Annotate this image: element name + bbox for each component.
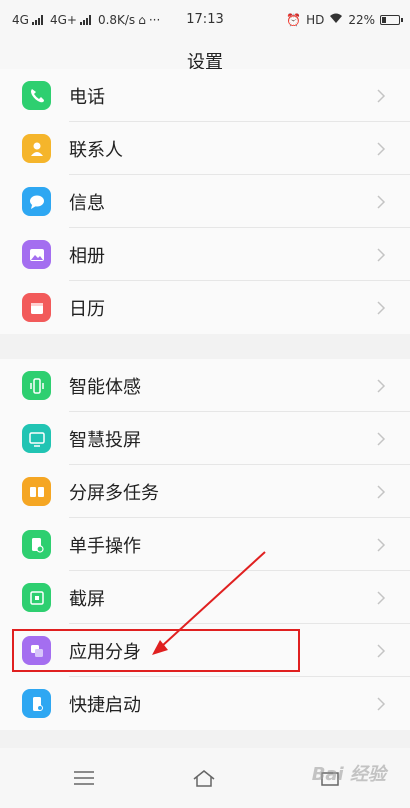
settings-item-label: 智能体感 [69,376,141,398]
contact-icon [22,134,51,163]
wifi-icon [329,12,343,27]
menu-icon[interactable] [72,766,96,790]
chevron-right-icon [377,696,386,711]
chevron-right-icon [377,431,386,446]
settings-item[interactable]: 相册 [0,228,410,281]
home-nav-icon[interactable] [192,766,216,790]
hd-badge: HD [306,12,325,27]
calendar-icon [22,293,51,322]
message-icon [22,187,51,216]
quick-launch-icon [22,689,51,718]
alarm-icon: ⏰ [286,12,302,27]
settings-item-label: 单手操作 [69,535,141,557]
settings-item[interactable]: 智慧投屏 [0,412,410,465]
settings-item-label: 日历 [69,298,105,320]
screenshot-icon [22,583,51,612]
chevron-right-icon [377,300,386,315]
settings-item-label: 相册 [69,245,105,267]
split-screen-icon [22,477,51,506]
highlight-box [12,629,300,672]
watermark-logo: Bai 经验 [311,764,386,785]
chevron-right-icon [377,247,386,262]
chevron-right-icon [377,88,386,103]
settings-item-label: 信息 [69,192,105,214]
settings-item[interactable]: 电话 [0,69,410,122]
phone-icon [22,81,51,110]
settings-item-label: 截屏 [69,588,105,610]
gallery-icon [22,240,51,269]
settings-group-features: 智能体感 智慧投屏 分屏多任务 单手操作 截屏 应用分身 快捷启动 [0,359,410,730]
chevron-right-icon [377,141,386,156]
settings-group-apps: 电话联系人信息相册日历 [0,69,410,334]
status-bar: 4G 4G+ 0.8K/s ⌂ ··· 17:13 ⏰ HD 22% [0,0,410,40]
chevron-right-icon [377,643,386,658]
settings-item[interactable]: 联系人 [0,122,410,175]
one-hand-icon [22,530,51,559]
settings-item-label: 智慧投屏 [69,429,141,451]
chevron-right-icon [377,537,386,552]
settings-item[interactable]: 截屏 [0,571,410,624]
settings-item[interactable]: 日历 [0,281,410,334]
settings-item[interactable]: 信息 [0,175,410,228]
screen-cast-icon [22,424,51,453]
settings-item[interactable]: 快捷启动 [0,677,410,730]
chevron-right-icon [377,484,386,499]
chevron-right-icon [377,378,386,393]
battery-percent: 22% [348,12,375,27]
settings-item-label: 联系人 [69,139,123,161]
settings-item[interactable]: 智能体感 [0,359,410,412]
settings-item-label: 电话 [69,86,105,108]
chevron-right-icon [377,590,386,605]
settings-item-label: 分屏多任务 [69,482,159,504]
settings-item[interactable]: 分屏多任务 [0,465,410,518]
battery-icon [380,14,403,25]
chevron-right-icon [377,194,386,209]
settings-item-label: 快捷启动 [69,694,141,716]
settings-item[interactable]: 单手操作 [0,518,410,571]
motion-sense-icon [22,371,51,400]
